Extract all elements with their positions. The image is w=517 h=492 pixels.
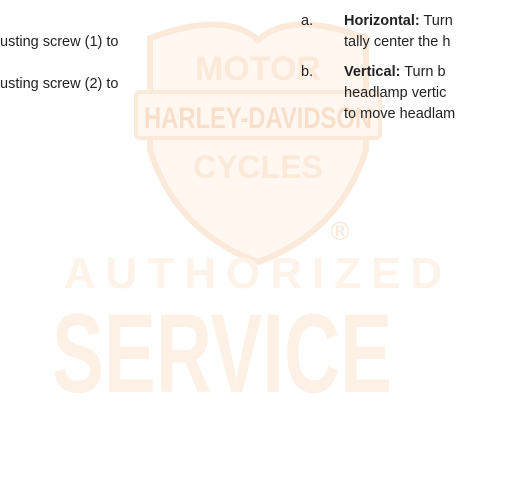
step-b-term: Vertical: — [344, 64, 401, 80]
left-line-1: usting screw (1) to — [0, 34, 119, 50]
step-a-line-2: tally center the h — [344, 34, 451, 50]
step-b-line-3: to move headlam — [344, 106, 456, 122]
manual-page: MOTOR HARLEY-DAVIDSON CYCLES ® AUTHORIZE… — [0, 0, 517, 492]
step-a-term: Horizontal: — [344, 13, 420, 29]
step-a-text-1: Turn — [419, 13, 453, 29]
logo-text-harley-davidson: HARLEY-DAVIDSON — [144, 102, 372, 135]
step-b-marker: b. — [301, 64, 314, 80]
registered-mark: ® — [330, 216, 349, 246]
step-a-marker: a. — [301, 13, 314, 29]
step-b-text-1: Turn b — [400, 64, 446, 80]
watermark-service: SERVICE — [52, 291, 392, 416]
step-b-line-2: headlamp vertic — [344, 85, 447, 101]
left-line-2: usting screw (2) to — [0, 76, 119, 92]
logo-text-cycles: CYCLES — [193, 149, 323, 185]
step-b-line-1: Vertical: Turn b — [344, 63, 446, 81]
step-a-line-1: Horizontal: Turn — [344, 12, 453, 30]
